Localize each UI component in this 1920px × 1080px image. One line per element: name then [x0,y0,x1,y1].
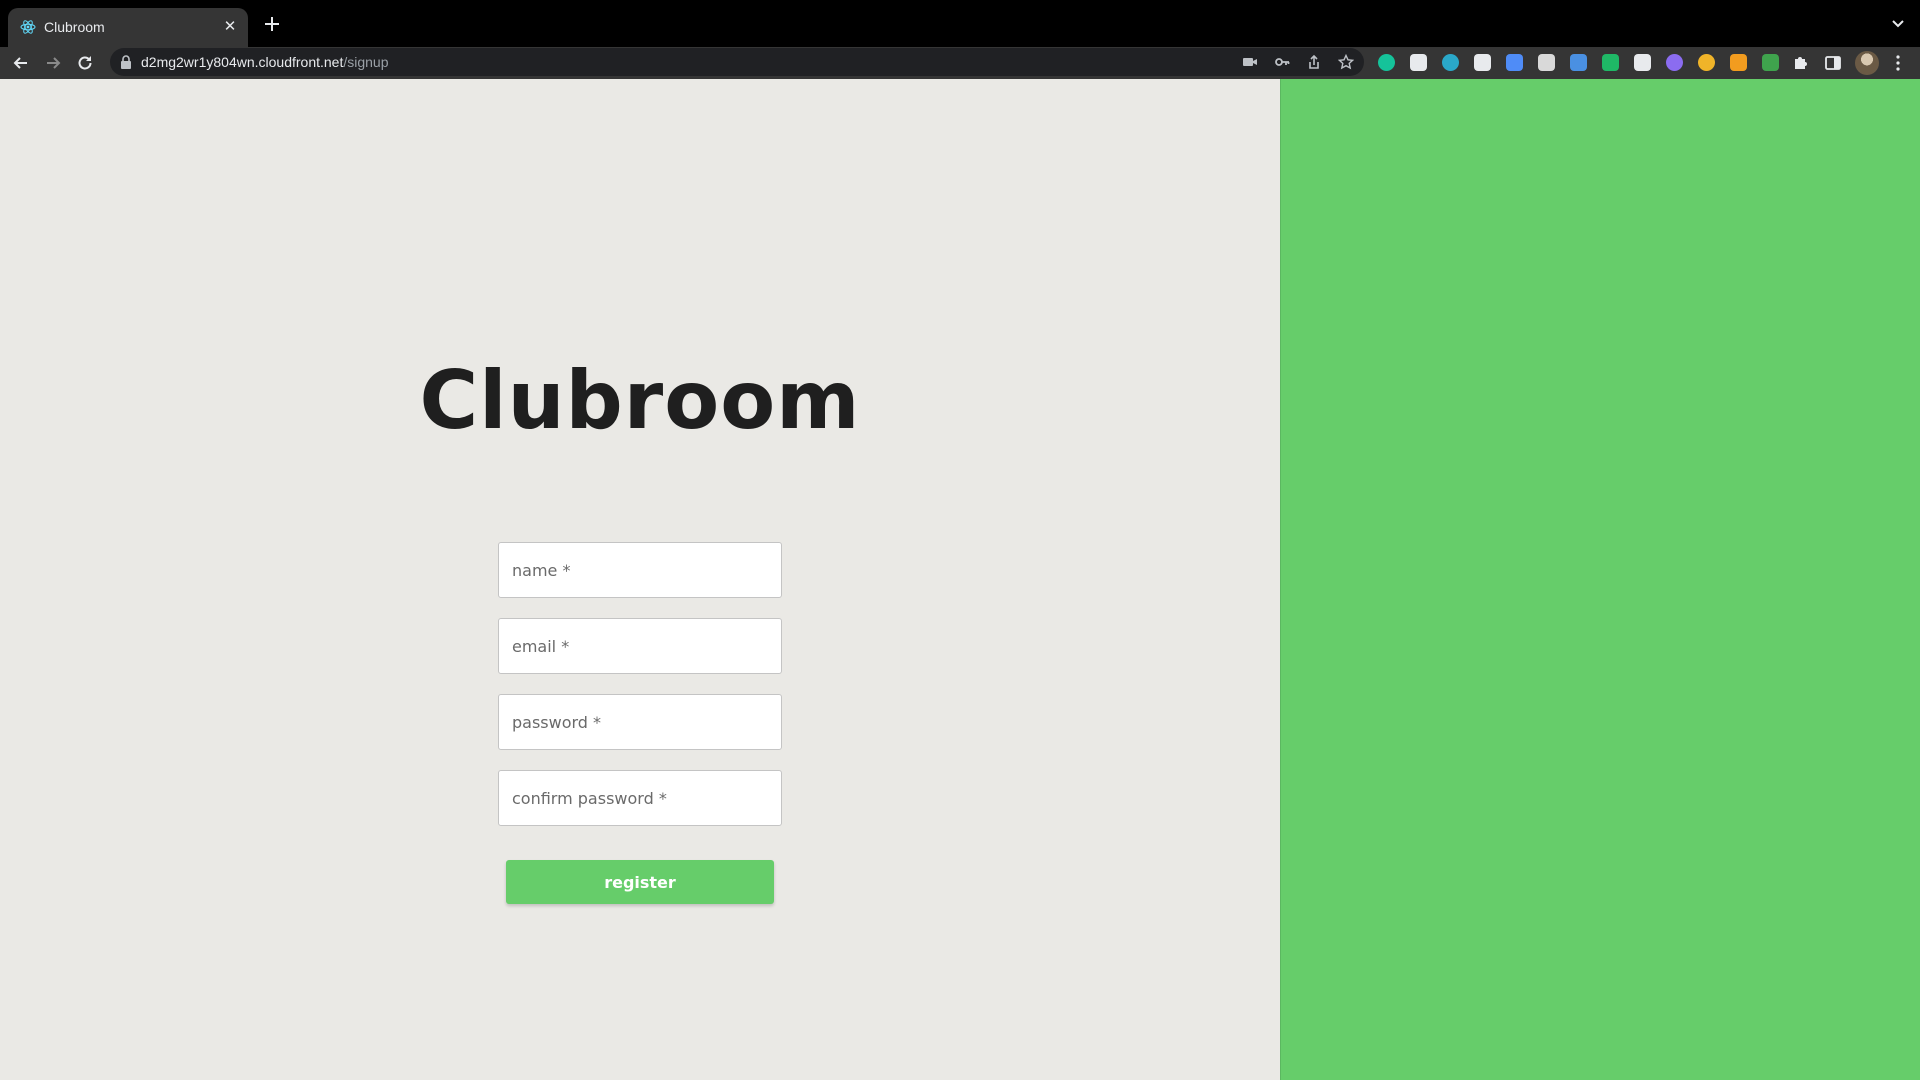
profile-avatar[interactable] [1855,51,1879,75]
confirm-password-input[interactable] [499,771,781,825]
password-field [498,694,782,750]
tab-search-chevron-icon[interactable] [1888,14,1908,34]
lock-icon[interactable] [120,55,132,69]
reload-icon[interactable] [75,53,95,73]
register-button[interactable]: register [506,860,774,904]
tab-title: Clubroom [44,19,105,35]
grammarly-icon[interactable] [1378,54,1395,71]
forward-arrow-icon[interactable] [43,53,63,73]
new-tab-icon[interactable] [260,12,284,36]
brand-title: Clubroom [419,354,861,447]
name-field [498,542,782,598]
name-input[interactable] [499,543,781,597]
tab-strip: Clubroom ✕ [0,0,1920,47]
globe-extension-icon[interactable] [1666,54,1683,71]
browser-tab[interactable]: Clubroom ✕ [8,8,248,47]
email-field [498,618,782,674]
extensions-puzzle-icon[interactable] [1791,53,1811,73]
url-host: d2mg2wr1y804wn.cloudfront.net [141,54,344,70]
lh-extension-icon[interactable] [1730,54,1747,71]
side-panel-icon[interactable] [1823,53,1843,73]
browser-toolbar: d2mg2wr1y804wn.cloudfront.net/signup [0,47,1920,79]
green-square-extension-icon[interactable] [1602,54,1619,71]
browser-menu-icon[interactable] [1888,53,1908,73]
green-side-panel [1280,79,1920,1080]
eyedropper-extension-icon[interactable] [1762,54,1779,71]
share-icon[interactable] [1306,54,1322,70]
confirm-password-field [498,770,782,826]
signup-page: Clubroom register [0,79,1920,1080]
bookmark-star-icon[interactable] [1338,54,1354,70]
back-arrow-icon[interactable] [11,53,31,73]
react-atom-icon [20,20,36,34]
clock-extension-icon[interactable] [1506,54,1523,71]
envelope-extension-icon[interactable] [1538,54,1555,71]
password-input[interactable] [499,695,781,749]
reader-extension-icon[interactable] [1634,54,1651,71]
cross-extension-icon[interactable] [1474,54,1491,71]
camera-icon[interactable] [1242,54,1258,70]
badge-extension-icon[interactable] [1698,54,1715,71]
notion-icon[interactable] [1410,54,1427,71]
close-tab-icon[interactable]: ✕ [220,17,240,37]
m-extension-icon[interactable] [1442,54,1459,71]
key-icon[interactable] [1274,54,1290,70]
image-extension-icon[interactable] [1570,54,1587,71]
email-input[interactable] [499,619,781,673]
address-bar[interactable]: d2mg2wr1y804wn.cloudfront.net/signup [110,48,1364,76]
url-path: /signup [343,54,389,70]
url-text[interactable]: d2mg2wr1y804wn.cloudfront.net/signup [141,54,389,70]
